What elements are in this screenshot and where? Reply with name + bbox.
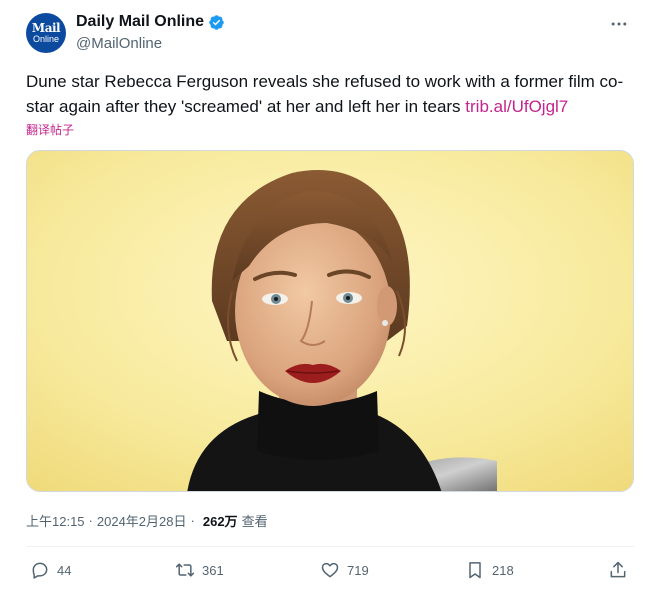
retweet-button[interactable]: 361 — [175, 560, 224, 580]
tweet-link[interactable]: trib.al/UfOjgl7 — [465, 97, 568, 116]
like-count: 719 — [347, 562, 369, 578]
avatar-logo-subtext: Online — [32, 34, 59, 44]
author-handle[interactable]: @MailOnline — [76, 35, 162, 52]
author-name[interactable]: Daily Mail Online — [76, 13, 204, 31]
translate-post-link[interactable]: 翻译帖子 — [26, 121, 74, 138]
more-options-icon[interactable] — [607, 12, 631, 36]
bookmark-button[interactable]: 218 — [465, 560, 514, 580]
author-name-row: Daily Mail Online — [76, 13, 225, 31]
tweet-image[interactable] — [26, 150, 634, 492]
meta-separator: · — [88, 513, 93, 528]
meta-separator-2: · — [190, 513, 195, 528]
tweet-text: Dune star Rebecca Ferguson reveals she r… — [26, 69, 626, 119]
verified-badge-icon — [208, 14, 225, 31]
heart-icon — [321, 562, 339, 578]
reply-count: 44 — [57, 562, 72, 578]
retweet-count: 361 — [202, 562, 224, 578]
views-label: 查看 — [241, 514, 268, 529]
retweet-icon — [175, 563, 195, 577]
divider — [26, 546, 635, 547]
share-icon — [610, 561, 626, 578]
like-button[interactable]: 719 — [320, 560, 369, 580]
reply-button[interactable]: 44 — [30, 560, 71, 580]
tweet-card: Mail Online Daily Mail Online @MailOnlin… — [0, 0, 649, 600]
views-count: 262万 — [202, 514, 238, 529]
avatar[interactable]: Mail Online — [26, 13, 66, 53]
tweet-meta: 上午12:15 · 2024年2月28日 · 262万 查看 — [26, 511, 268, 530]
reply-icon — [32, 562, 48, 579]
bookmark-icon — [469, 562, 481, 579]
avatar-logo-text: Mail — [31, 21, 61, 35]
tweet-time[interactable]: 上午12:15 — [26, 511, 85, 530]
share-button[interactable] — [608, 560, 635, 580]
tweet-date[interactable]: 2024年2月28日 — [97, 511, 187, 530]
portrait-photo — [27, 151, 633, 491]
bookmark-count: 218 — [492, 562, 514, 578]
